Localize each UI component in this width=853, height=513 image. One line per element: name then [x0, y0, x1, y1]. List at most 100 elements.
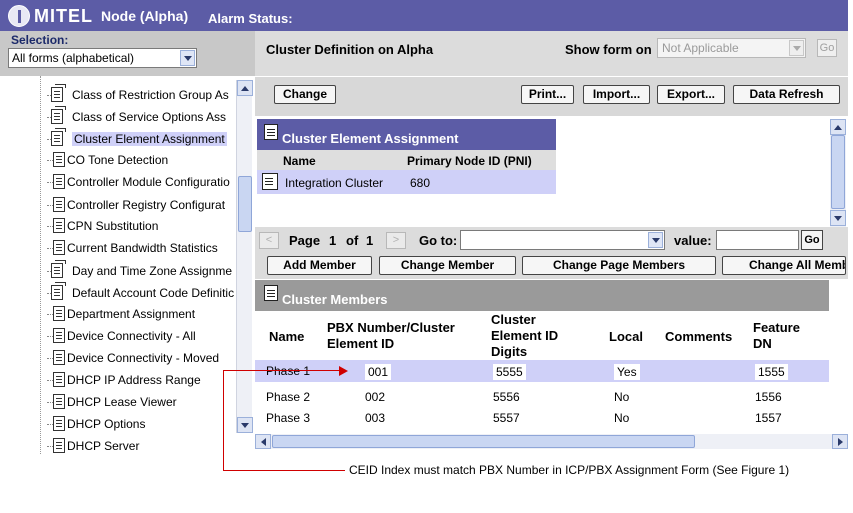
annotation-text: CEID Index must match PBX Number in ICP/… [349, 463, 790, 477]
form-icon [53, 328, 65, 343]
goto-dropdown[interactable] [460, 230, 665, 250]
export-button[interactable]: Export... [657, 85, 725, 104]
multi-form-icon [51, 128, 66, 146]
selection-label: Selection: [11, 33, 69, 47]
alarm-status-label: Alarm Status: [208, 11, 293, 26]
multi-form-icon [51, 84, 66, 102]
value-label: value: [674, 233, 712, 248]
tree-item-label: Class of Restriction Group As [72, 88, 229, 102]
tree-item-label: CPN Substitution [67, 219, 159, 233]
annotation-arrow-icon [339, 366, 348, 376]
prev-page-button[interactable]: < [259, 232, 279, 249]
goto-go-button[interactable]: Go [801, 230, 823, 250]
multi-form-icon [51, 282, 66, 300]
form-icon [53, 394, 65, 409]
page-label: Page [289, 233, 321, 248]
form-icon [53, 197, 65, 212]
cell-ceid-digits: 5555 [493, 364, 526, 380]
form-icon [53, 306, 65, 321]
show-form-value: Not Applicable [662, 41, 739, 55]
form-icon [53, 152, 65, 167]
selection-dropdown[interactable]: All forms (alphabetical) [8, 48, 197, 68]
form-title: Cluster Definition on Alpha [266, 42, 434, 57]
cea-title: Cluster Element Assignment [282, 131, 459, 146]
chevron-down-icon[interactable] [789, 40, 804, 56]
chevron-down-icon[interactable] [648, 232, 663, 248]
cluster-members-title: Cluster Members [282, 292, 388, 307]
cea-row-name: Integration Cluster [285, 176, 384, 190]
scrollbar-thumb[interactable] [831, 135, 845, 209]
cea-col-pni: Primary Node ID (PNI) [407, 154, 532, 168]
scroll-down-icon[interactable] [237, 417, 253, 433]
annotation-line [223, 370, 341, 371]
col-feature-line1: Feature [753, 320, 800, 335]
col-local: Local [609, 329, 643, 344]
cell-ceid-digits: 5557 [493, 411, 520, 425]
cell-ceid-digits: 5556 [493, 390, 520, 404]
import-button[interactable]: Import... [583, 85, 650, 104]
tree-scrollbar[interactable] [236, 80, 253, 433]
cea-col-name: Name [283, 154, 316, 168]
tree-item-label: Day and Time Zone Assignme [72, 264, 233, 278]
cell-feature-dn: 1555 [755, 364, 788, 380]
cell-local: No [614, 411, 630, 425]
cell-name: Phase 1 [266, 364, 311, 378]
tree-item-label: Device Connectivity - All [67, 329, 196, 343]
cell-pbx-number: 001 [365, 364, 392, 380]
data-refresh-button[interactable]: Data Refresh [733, 85, 840, 104]
mitel-logo-icon [8, 5, 30, 27]
col-comments: Comments [665, 329, 733, 344]
form-icon [53, 438, 65, 453]
col-feature-line2: DN [753, 336, 772, 351]
print-button[interactable]: Print... [521, 85, 574, 104]
form-icon [264, 124, 278, 140]
scroll-up-icon[interactable] [830, 119, 846, 135]
tree-item-label: Department Assignment [67, 307, 196, 321]
change-all-members-button[interactable]: Change All Memb [722, 256, 846, 275]
cell-local: No [614, 390, 630, 404]
scrollbar-thumb[interactable] [238, 176, 252, 232]
page-number: 1 [329, 233, 337, 248]
tree-item-label: Class of Service Options Ass [72, 110, 227, 124]
cea-row-pni: 680 [410, 176, 431, 190]
change-button[interactable]: Change [274, 85, 336, 104]
scroll-up-icon[interactable] [237, 80, 253, 96]
tree-item-label: Default Account Code Definitic [72, 286, 235, 300]
chevron-down-icon[interactable] [180, 50, 195, 66]
annotation-line [223, 470, 345, 471]
cell-name: Phase 2 [266, 390, 311, 404]
tree-item-label: Current Bandwidth Statistics [67, 241, 218, 255]
scroll-down-icon[interactable] [830, 210, 846, 226]
tree-guide-line [40, 76, 41, 454]
value-input[interactable] [716, 230, 799, 250]
change-member-button[interactable]: Change Member [379, 256, 516, 275]
show-form-dropdown[interactable]: Not Applicable [657, 38, 806, 58]
app-logo: MITEL [34, 6, 93, 26]
form-icon [53, 350, 65, 365]
form-icon [264, 285, 278, 301]
tree-item-label: Controller Module Configuratio [67, 175, 230, 189]
multi-form-icon [51, 106, 66, 124]
tree-item-label: DHCP IP Address Range [67, 373, 201, 387]
cea-scrollbar[interactable] [830, 119, 846, 227]
scroll-left-icon[interactable] [255, 434, 271, 449]
cell-local: Yes [614, 364, 640, 380]
scroll-right-icon[interactable] [832, 434, 848, 449]
page-total: 1 [366, 233, 374, 248]
col-ceid-line3: Digits [491, 344, 528, 359]
cell-feature-dn: 1557 [755, 411, 782, 425]
form-icon [53, 416, 65, 431]
tree-item-label: DHCP Options [67, 417, 146, 431]
col-name: Name [269, 329, 305, 344]
goto-label: Go to: [419, 233, 458, 248]
next-page-button[interactable]: > [386, 232, 406, 249]
tree-item-label: Cluster Element Assignment [72, 132, 227, 146]
form-icon [53, 240, 65, 255]
change-page-members-button[interactable]: Change Page Members [522, 256, 716, 275]
add-member-button[interactable]: Add Member [267, 256, 372, 275]
scrollbar-thumb[interactable] [272, 435, 695, 448]
show-form-go-button[interactable]: Go [817, 39, 837, 57]
page-of-label: of [346, 233, 359, 248]
horizontal-scrollbar[interactable] [255, 434, 848, 449]
tree-item-label: CO Tone Detection [67, 153, 169, 167]
